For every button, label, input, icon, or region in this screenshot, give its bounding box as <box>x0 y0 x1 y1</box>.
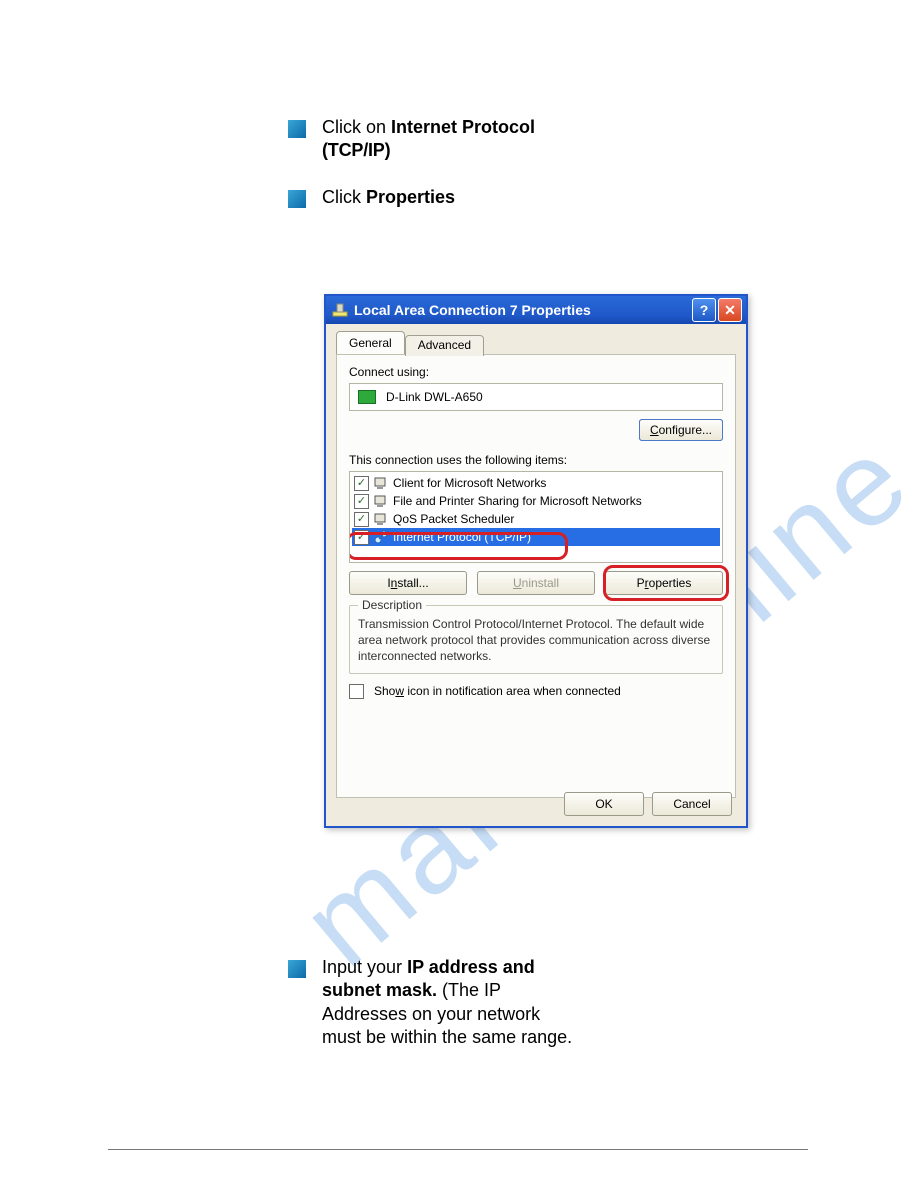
tab-general[interactable]: General <box>336 331 405 354</box>
checkbox-icon[interactable] <box>354 476 369 491</box>
bullet-square <box>288 190 306 208</box>
adapter-name: D-Link DWL-A650 <box>386 390 483 404</box>
footer-row: OK Cancel <box>564 792 732 816</box>
tab-panel: Connect using: D-Link DWL-A650 Configure… <box>336 354 736 798</box>
ok-button[interactable]: OK <box>564 792 644 816</box>
uninstall-button: Uninstall <box>477 571 595 595</box>
instr1-prefix: Click on <box>322 117 391 137</box>
adapter-box: D-Link DWL-A650 <box>349 383 723 411</box>
checkbox-icon[interactable] <box>354 494 369 509</box>
client-icon <box>373 475 389 491</box>
instruction-2: Click Properties <box>322 186 455 209</box>
checkbox-icon[interactable] <box>354 512 369 527</box>
show-icon-row[interactable]: Show icon in notification area when conn… <box>349 684 723 699</box>
item-label: QoS Packet Scheduler <box>393 512 514 526</box>
tab-row: GeneralAdvanced <box>336 330 736 354</box>
description-text: Transmission Control Protocol/Internet P… <box>358 616 714 665</box>
instr3-prefix: Input your <box>322 957 407 977</box>
configure-button[interactable]: Configure... <box>639 419 723 441</box>
list-item[interactable]: File and Printer Sharing for Microsoft N… <box>352 492 720 510</box>
titlebar[interactable]: Local Area Connection 7 Properties ? ✕ <box>326 296 746 324</box>
share-icon <box>373 493 389 509</box>
instruction-1: Click on Internet Protocol (TCP/IP) <box>322 116 582 163</box>
checkbox-icon[interactable] <box>354 530 369 545</box>
checkbox-icon[interactable] <box>349 684 364 699</box>
list-item[interactable]: Client for Microsoft Networks <box>352 474 720 492</box>
instr2-prefix: Click <box>322 187 366 207</box>
list-item-selected[interactable]: Internet Protocol (TCP/IP) <box>352 528 720 546</box>
properties-dialog: Local Area Connection 7 Properties ? ✕ G… <box>324 294 748 828</box>
description-group: Description Transmission Control Protoco… <box>349 605 723 674</box>
tab-advanced[interactable]: Advanced <box>405 335 484 356</box>
show-icon-label: Show icon in notification area when conn… <box>374 684 621 698</box>
connect-using-label: Connect using: <box>349 365 723 379</box>
items-label: This connection uses the following items… <box>349 453 723 467</box>
dialog-body: GeneralAdvanced Connect using: D-Link DW… <box>326 324 746 826</box>
item-label: File and Printer Sharing for Microsoft N… <box>393 494 642 508</box>
qos-icon <box>373 511 389 527</box>
bullet-square <box>288 960 306 978</box>
tcpip-icon <box>373 529 389 545</box>
cancel-button[interactable]: Cancel <box>652 792 732 816</box>
window-title: Local Area Connection 7 Properties <box>354 302 690 318</box>
item-label: Internet Protocol (TCP/IP) <box>393 530 531 544</box>
button-row: Install... Uninstall Properties <box>349 571 723 595</box>
instruction-3: Input your IP address and subnet mask. (… <box>322 956 582 1050</box>
instr1-bold1: Internet Protocol <box>391 117 535 137</box>
description-legend: Description <box>358 598 426 612</box>
item-label: Client for Microsoft Networks <box>393 476 546 490</box>
bullet-square <box>288 120 306 138</box>
close-button[interactable]: ✕ <box>718 298 742 322</box>
footer-rule <box>108 1149 808 1150</box>
items-listbox[interactable]: Client for Microsoft Networks File and P… <box>349 471 723 563</box>
install-button[interactable]: Install... <box>349 571 467 595</box>
configure-rest: onfigure... <box>659 423 712 437</box>
instr1-bold2: (TCP/IP) <box>322 140 390 160</box>
properties-button[interactable]: Properties <box>605 571 723 595</box>
window-icon <box>332 302 348 318</box>
nic-icon <box>358 390 376 404</box>
help-button[interactable]: ? <box>692 298 716 322</box>
list-item[interactable]: QoS Packet Scheduler <box>352 510 720 528</box>
instr2-bold: Properties <box>366 187 455 207</box>
